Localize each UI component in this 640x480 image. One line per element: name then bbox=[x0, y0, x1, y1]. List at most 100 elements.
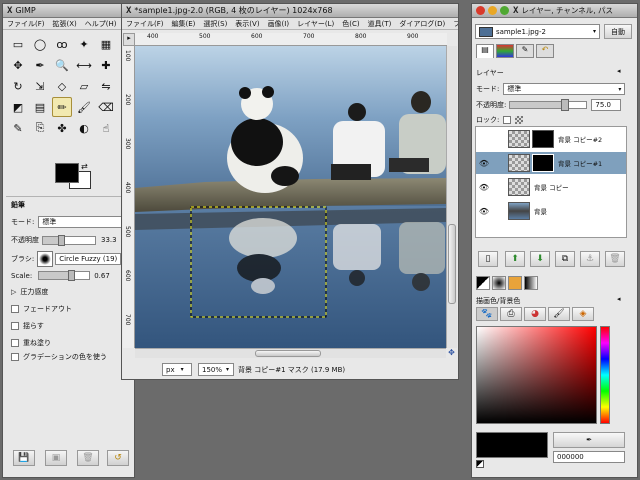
auto-button[interactable]: 自動 bbox=[604, 24, 632, 39]
ellipse-select-icon[interactable]: ◯ bbox=[30, 34, 50, 54]
opacity-slider[interactable] bbox=[42, 234, 96, 246]
free-select-icon[interactable]: ꝏ bbox=[52, 34, 72, 54]
image-menu-item[interactable]: フィルタ(R) bbox=[449, 19, 458, 29]
layer-opacity-slider[interactable] bbox=[509, 99, 588, 111]
zoom-button[interactable] bbox=[500, 6, 509, 15]
smudge-icon[interactable]: ☝ bbox=[96, 118, 116, 138]
image-menu-item[interactable]: 編集(E) bbox=[168, 19, 200, 29]
layer-thumbnail[interactable] bbox=[508, 178, 530, 196]
delete-layer-button[interactable]: 🗑 bbox=[605, 251, 625, 267]
close-button[interactable] bbox=[476, 6, 485, 15]
ruler-corner[interactable]: ▸ bbox=[123, 33, 135, 46]
tab-triangle-selector[interactable]: ◕ bbox=[524, 307, 546, 321]
move-icon[interactable]: ✚ bbox=[96, 55, 116, 75]
restore-options-button[interactable]: ▣ bbox=[45, 450, 67, 466]
unit-select[interactable]: px ▾ bbox=[162, 363, 192, 376]
paintbrush-icon[interactable]: 🖌 bbox=[74, 97, 94, 117]
image-menu-item[interactable]: ダイアログ(D) bbox=[395, 19, 449, 29]
gradient-checkbox[interactable]: グラデーションの色を使う bbox=[11, 352, 107, 362]
ink-icon[interactable]: ✎ bbox=[8, 118, 28, 138]
lower-layer-button[interactable]: ⬇ bbox=[530, 251, 550, 267]
visibility-eye-icon[interactable]: 👁 bbox=[476, 183, 492, 192]
x-logo-icon[interactable]: X bbox=[126, 6, 131, 16]
layer-thumbnail[interactable] bbox=[508, 202, 530, 220]
layer-mask-thumbnail[interactable] bbox=[532, 154, 554, 172]
opacity-slider-handle[interactable] bbox=[57, 234, 65, 246]
blend-icon[interactable]: ▤ bbox=[30, 97, 50, 117]
fuzzy-select-icon[interactable]: ✦ bbox=[74, 34, 94, 54]
color-select-icon[interactable]: ▦ bbox=[96, 34, 116, 54]
image-menu-item[interactable]: ファイル(F) bbox=[122, 19, 168, 29]
layer-opacity-handle[interactable] bbox=[561, 99, 570, 111]
brush-preview[interactable] bbox=[37, 251, 54, 267]
layer-thumbnail[interactable] bbox=[508, 130, 530, 148]
layer-opacity-value[interactable]: 75.0 bbox=[591, 99, 622, 111]
mode-select[interactable]: 標準 bbox=[38, 216, 127, 228]
horizontal-scroll-thumb[interactable] bbox=[255, 350, 321, 357]
tab-channels[interactable] bbox=[496, 44, 514, 58]
image-select[interactable]: sample1.jpg-2 ▾ bbox=[475, 24, 600, 39]
eraser-icon[interactable]: ⌫ bbox=[96, 97, 116, 117]
tab-fg-bg[interactable] bbox=[476, 276, 490, 290]
toolbox-titlebar[interactable]: X GIMP bbox=[3, 4, 134, 18]
duplicate-layer-button[interactable]: ⧉ bbox=[555, 251, 575, 267]
image-canvas[interactable] bbox=[135, 46, 446, 348]
jitter-checkbox[interactable]: 揺らす bbox=[11, 321, 44, 331]
fadeout-checkbox[interactable]: フェードアウト bbox=[11, 304, 72, 314]
color-panel-menu-icon[interactable]: ◂ bbox=[617, 295, 621, 303]
zoom-select[interactable]: 150% ▾ bbox=[198, 363, 234, 376]
incremental-checkbox[interactable]: 重ね塗り bbox=[11, 338, 51, 348]
vertical-scrollbar[interactable] bbox=[446, 46, 457, 348]
perspective-icon[interactable]: ▱ bbox=[74, 76, 94, 96]
pressure-expander[interactable]: ▷ 圧力感度 bbox=[11, 287, 48, 297]
layer-mode-select[interactable]: 標準 ▾ bbox=[503, 83, 626, 95]
scale-icon[interactable]: ⇲ bbox=[30, 76, 50, 96]
x-logo-icon[interactable]: X bbox=[513, 6, 518, 16]
mini-fg-bg-icon[interactable] bbox=[476, 460, 484, 468]
layers-panel-menu-icon[interactable]: ◂ bbox=[617, 67, 621, 75]
tab-cmyk-selector[interactable]: ⎙ bbox=[500, 307, 522, 321]
new-layer-button[interactable]: ▯ bbox=[478, 251, 498, 267]
tab-paths[interactable]: ✎ bbox=[516, 44, 534, 58]
measure-icon[interactable]: ⟷ bbox=[74, 55, 94, 75]
image-menu-item[interactable]: 選択(S) bbox=[199, 19, 231, 29]
horizontal-scrollbar[interactable] bbox=[135, 348, 446, 358]
heal-icon[interactable]: ✤ bbox=[52, 118, 72, 138]
visibility-eye-icon[interactable]: 👁 bbox=[476, 207, 492, 216]
color-history-button[interactable]: ✒ bbox=[553, 432, 625, 448]
layer-row[interactable]: 👁 背景 コピー#1 bbox=[476, 152, 626, 174]
tab-watercolor-selector[interactable]: 🖌 bbox=[548, 307, 570, 321]
reset-options-button[interactable]: ↺ bbox=[107, 450, 129, 466]
scale-slider-handle[interactable] bbox=[68, 270, 75, 281]
shear-icon[interactable]: ◇ bbox=[52, 76, 72, 96]
image-menu-item[interactable]: 表示(V) bbox=[231, 19, 263, 29]
layers-titlebar[interactable]: X レイヤー, チャンネル, パス bbox=[472, 4, 637, 18]
tab-brushes[interactable] bbox=[492, 276, 506, 290]
image-menu-item[interactable]: 道具(T) bbox=[364, 19, 396, 29]
hue-strip[interactable] bbox=[600, 326, 610, 424]
raise-layer-button[interactable]: ⬆ bbox=[505, 251, 525, 267]
layer-row[interactable]: 👁 背景 コピー bbox=[476, 176, 626, 198]
zoom-icon[interactable]: 🔍 bbox=[52, 55, 72, 75]
pencil-icon[interactable]: ✏ bbox=[52, 97, 72, 117]
hex-input[interactable]: 000000 bbox=[553, 451, 625, 463]
layer-thumbnail[interactable] bbox=[508, 154, 530, 172]
navigate-icon[interactable]: ✥ bbox=[446, 348, 457, 358]
delete-options-button[interactable]: 🗑 bbox=[77, 450, 99, 466]
visibility-eye-icon[interactable]: 👁 bbox=[476, 159, 492, 168]
tab-patterns[interactable] bbox=[508, 276, 522, 290]
x-logo-icon[interactable]: X bbox=[7, 6, 12, 16]
save-options-button[interactable]: 💾 bbox=[13, 450, 35, 466]
menu-extensions[interactable]: 拡張(X) bbox=[49, 19, 81, 29]
menu-file[interactable]: ファイル(F) bbox=[3, 19, 49, 29]
clone-icon[interactable]: ⎘ bbox=[30, 118, 50, 138]
layer-row[interactable]: 背景 コピー#2 bbox=[476, 128, 626, 150]
horizontal-ruler[interactable]: 400 500 600 700 800 900 bbox=[135, 33, 447, 46]
vertical-ruler[interactable]: 100 200 300 400 500 600 700 bbox=[123, 46, 135, 348]
vertical-scroll-thumb[interactable] bbox=[448, 224, 456, 304]
menu-help[interactable]: ヘルプ(H) bbox=[81, 19, 121, 29]
opacity-value[interactable]: 33.3 bbox=[98, 234, 122, 246]
scale-slider[interactable] bbox=[38, 270, 91, 281]
anchor-layer-button[interactable]: ⚓ bbox=[580, 251, 600, 267]
swap-colors-icon[interactable]: ⇄ bbox=[81, 162, 88, 171]
